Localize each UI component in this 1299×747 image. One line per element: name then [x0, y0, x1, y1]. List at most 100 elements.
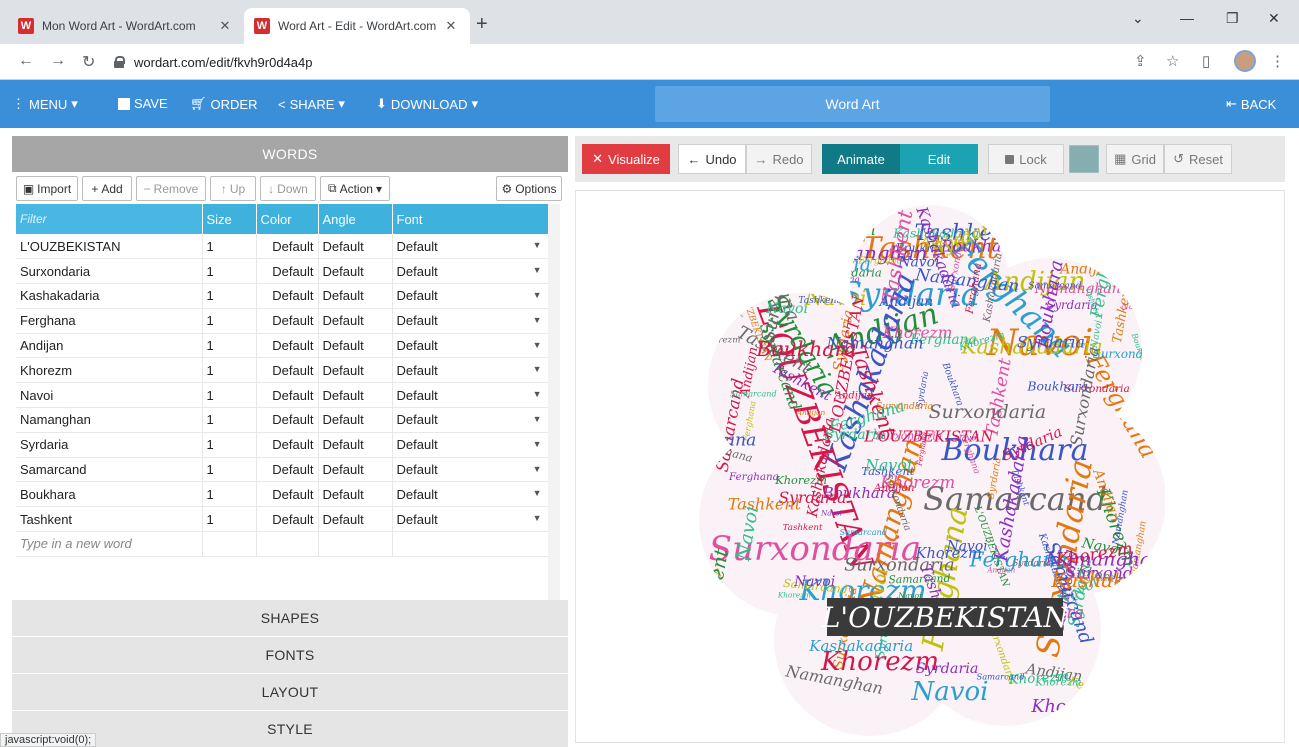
grid-button[interactable]: ▦ Grid [1106, 144, 1164, 174]
color-cell[interactable]: Default [256, 234, 319, 260]
table-row[interactable]: Namanghan 1 Default Default Default ▼ [16, 407, 549, 433]
word-cell[interactable]: Navoi [16, 382, 203, 409]
color-cell[interactable]: Default [256, 432, 319, 458]
word-cell[interactable]: Surxondaria [16, 258, 203, 285]
word-cell[interactable]: Namanghan [16, 407, 203, 433]
table-row[interactable]: Tashkent 1 Default Default Default ▼ [16, 506, 549, 533]
dropdown-caret-icon[interactable]: ▼ [533, 464, 542, 474]
word-cell[interactable]: Khorezm [16, 357, 203, 384]
action-dropdown-button[interactable]: ⧉ Action ▾ [320, 176, 390, 201]
table-row[interactable]: Andijan 1 Default Default Default ▼ [16, 333, 549, 359]
minimize-icon[interactable]: — [1180, 10, 1194, 26]
kebab-menu-icon[interactable]: ⋮ [1270, 52, 1285, 70]
tab-close-icon[interactable]: ✕ [442, 18, 460, 34]
edit-button[interactable]: Edit [900, 144, 978, 174]
download-button[interactable]: ⬇ DOWNLOAD ▾ [376, 96, 478, 112]
size-cell[interactable]: 1 [202, 234, 257, 260]
table-row[interactable]: Syrdaria 1 Default Default Default ▼ [16, 432, 549, 458]
shapes-section-header[interactable]: SHAPES [12, 600, 568, 636]
angle-cell[interactable]: Default [318, 432, 393, 458]
visualize-button[interactable]: ✕ Visualize [582, 144, 670, 174]
lock-button[interactable]: Lock [988, 144, 1064, 174]
words-table-scrollbar[interactable] [548, 204, 560, 602]
browser-tab-word-art-edit[interactable]: W Word Art - Edit - WordArt.com ✕ [244, 8, 470, 44]
table-row[interactable]: Boukhara 1 Default Default Default ▼ [16, 481, 549, 508]
column-header-font[interactable]: Font [392, 204, 549, 234]
move-up-button[interactable]: ↑ Up [210, 176, 256, 201]
word-cloud-image[interactable]: Tashkent Syrdaria Andijan Kashakadaria Navoi… [695, 200, 1165, 740]
size-cell[interactable]: 1 [202, 283, 257, 309]
column-header-color[interactable]: Color [256, 204, 319, 234]
color-cell[interactable]: Default [256, 308, 319, 334]
size-cell[interactable]: 1 [202, 506, 257, 533]
angle-cell[interactable]: Default [318, 234, 393, 260]
angle-cell[interactable]: Default [318, 283, 393, 309]
animate-button[interactable]: Animate [822, 144, 900, 174]
reload-icon[interactable]: ↻ [82, 52, 95, 72]
word-cell[interactable]: L'OUZBEKISTAN [16, 234, 203, 260]
dropdown-caret-icon[interactable]: ▼ [533, 389, 542, 399]
restore-icon[interactable]: ❐ [1226, 10, 1239, 27]
undo-button[interactable]: ← Undo [678, 144, 746, 174]
word-cell[interactable]: Boukhara [16, 481, 203, 508]
word-art-title-field[interactable]: Word Art [655, 86, 1050, 122]
close-window-icon[interactable]: ✕ [1268, 10, 1280, 27]
angle-cell[interactable]: Default [318, 457, 393, 483]
size-cell[interactable]: 1 [202, 407, 257, 433]
column-header-angle[interactable]: Angle [318, 204, 393, 234]
table-row[interactable]: Kashakadaria 1 Default Default Default ▼ [16, 283, 549, 309]
angle-cell[interactable]: Default [318, 506, 393, 533]
color-cell[interactable]: Default [256, 258, 319, 285]
order-button[interactable]: 🛒︎ ORDER [190, 96, 257, 112]
table-row[interactable]: Samarcand 1 Default Default Default ▼ [16, 457, 549, 483]
background-color-swatch[interactable] [1069, 145, 1099, 173]
forward-arrow-icon[interactable]: → [50, 52, 66, 70]
dropdown-caret-icon[interactable]: ▼ [533, 513, 542, 523]
size-cell[interactable]: 1 [202, 457, 257, 483]
table-row[interactable]: Surxondaria 1 Default Default Default ▼ [16, 258, 549, 285]
dropdown-caret-icon[interactable]: ▼ [533, 439, 542, 449]
share-button[interactable]: < SHARE ▾ [278, 96, 345, 112]
remove-word-button[interactable]: − Remove [136, 176, 206, 201]
angle-cell[interactable]: Default [318, 308, 393, 334]
table-row[interactable]: L'OUZBEKISTAN 1 Default Default Default ▼ [16, 234, 549, 260]
angle-cell[interactable]: Default [318, 382, 393, 409]
word-cell[interactable]: Kashakadaria [16, 283, 203, 309]
reset-button[interactable]: ↺ Reset [1164, 144, 1232, 174]
color-cell[interactable]: Default [256, 382, 319, 409]
color-cell[interactable]: Default [256, 457, 319, 483]
word-cell[interactable]: Syrdaria [16, 432, 203, 458]
font-cell[interactable]: Default ▼ [392, 357, 549, 384]
dropdown-caret-icon[interactable]: ▼ [533, 315, 542, 325]
color-cell[interactable]: Default [256, 283, 319, 309]
back-arrow-icon[interactable]: ← [18, 52, 34, 70]
angle-cell[interactable]: Default [318, 407, 393, 433]
filter-input[interactable]: Filter [16, 204, 203, 234]
table-row[interactable]: Ferghana 1 Default Default Default ▼ [16, 308, 549, 334]
size-cell[interactable]: 1 [202, 481, 257, 508]
color-cell[interactable]: Default [256, 357, 319, 384]
size-cell[interactable]: 1 [202, 308, 257, 334]
table-row[interactable]: Navoi 1 Default Default Default ▼ [16, 382, 549, 409]
layout-section-header[interactable]: LAYOUT [12, 674, 568, 710]
size-cell[interactable]: 1 [202, 357, 257, 384]
size-cell[interactable]: 1 [202, 432, 257, 458]
font-cell[interactable]: Default ▼ [392, 481, 549, 508]
side-panel-icon[interactable]: ▯ [1202, 52, 1210, 70]
save-button[interactable]: SAVE [118, 96, 168, 111]
word-cell[interactable]: Andijan [16, 333, 203, 359]
browser-tab-mon-word-art[interactable]: W Mon Word Art - WordArt.com ✕ [8, 8, 244, 44]
size-cell[interactable]: 1 [202, 382, 257, 409]
new-tab-icon[interactable]: + [476, 13, 488, 36]
font-cell[interactable]: Default ▼ [392, 407, 549, 433]
word-cell[interactable]: Ferghana [16, 308, 203, 334]
word-cell[interactable]: Samarcand [16, 457, 203, 483]
angle-cell[interactable]: Default [318, 481, 393, 508]
options-button[interactable]: ⚙ Options [496, 176, 562, 201]
column-header-size[interactable]: Size [202, 204, 257, 234]
tab-close-icon[interactable]: ✕ [216, 18, 234, 34]
new-word-input[interactable]: Type in a new word [16, 531, 203, 557]
add-word-button[interactable]: + Add [82, 176, 132, 201]
font-cell[interactable]: Default ▼ [392, 506, 549, 533]
font-cell[interactable]: Default ▼ [392, 432, 549, 458]
